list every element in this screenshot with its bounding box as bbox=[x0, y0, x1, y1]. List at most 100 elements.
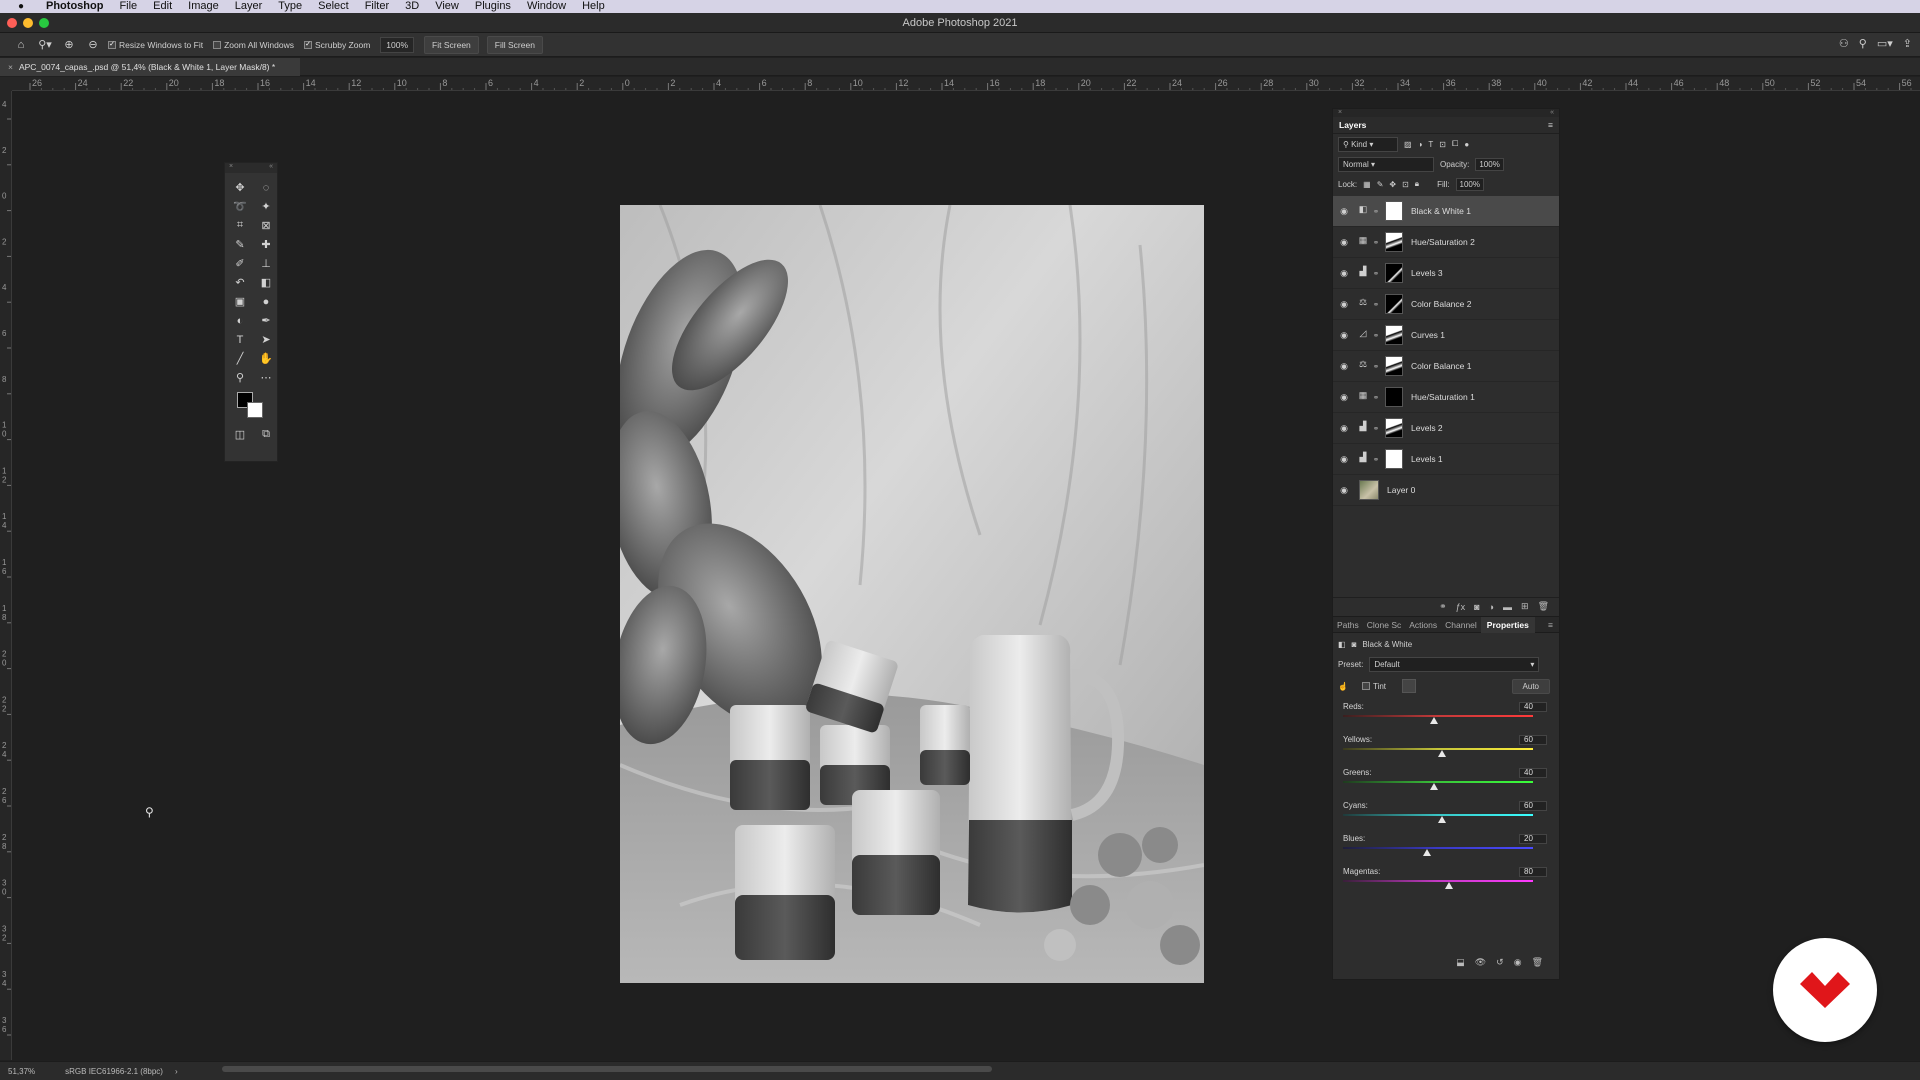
fill-field[interactable]: 100% bbox=[1455, 177, 1484, 191]
colorbalance-icon[interactable]: ⚖ bbox=[1355, 297, 1371, 311]
huesat-icon[interactable]: ▦ bbox=[1355, 235, 1371, 249]
menu-window[interactable]: Window bbox=[519, 0, 574, 13]
close-window-button[interactable] bbox=[7, 18, 17, 28]
slider-track[interactable] bbox=[1343, 880, 1533, 882]
slider-thumb[interactable] bbox=[1437, 816, 1446, 823]
menu-select[interactable]: Select bbox=[310, 0, 357, 13]
huesat-icon[interactable]: ▦ bbox=[1355, 390, 1371, 404]
fx-icon[interactable]: ƒx bbox=[1456, 602, 1466, 612]
visibility-eye-icon[interactable]: ◉ bbox=[1333, 268, 1355, 279]
chain-link-icon[interactable]: ⚭ bbox=[1371, 269, 1381, 278]
tint-swatch[interactable] bbox=[1402, 679, 1417, 693]
slider-value-field[interactable]: 60 bbox=[1519, 735, 1547, 745]
tab-channels[interactable]: Channel bbox=[1441, 620, 1481, 630]
crop-tool-icon[interactable]: ⌗ bbox=[231, 217, 249, 234]
healing-brush-icon[interactable]: ✚ bbox=[257, 236, 275, 253]
slider-thumb[interactable] bbox=[1422, 849, 1431, 856]
export-icon[interactable]: ⇪ bbox=[1903, 37, 1912, 50]
opacity-field[interactable]: 100% bbox=[1475, 157, 1504, 171]
targeted-adjust-icon[interactable]: ☝ bbox=[1338, 682, 1348, 691]
menu-photoshop[interactable]: Photoshop bbox=[38, 0, 111, 13]
magic-wand-icon[interactable]: ✦ bbox=[257, 198, 275, 215]
horizontal-ruler[interactable]: 26 24 22 20 18 16 14 12 10 8 6 4 2 0 2 4 6 8 10 12 14 16 18 20 2… bbox=[12, 77, 1920, 91]
add-mask-icon[interactable]: ◙ bbox=[1474, 602, 1479, 612]
visibility-icon[interactable]: ◉ bbox=[1514, 957, 1522, 968]
document-image[interactable] bbox=[620, 205, 1204, 983]
properties-menu-icon[interactable]: ≡ bbox=[1544, 620, 1559, 630]
zoom-tool-icon[interactable]: ⚲ bbox=[231, 369, 249, 386]
layer-row[interactable]: ◉ ▟ ⚭ Levels 2 bbox=[1333, 413, 1559, 444]
layer-mask-thumbnail[interactable] bbox=[1385, 325, 1403, 345]
view-previous-icon[interactable]: 👁︎ bbox=[1475, 957, 1486, 968]
visibility-eye-icon[interactable]: ◉ bbox=[1333, 206, 1355, 217]
chain-link-icon[interactable]: ⚭ bbox=[1371, 300, 1381, 309]
new-adjustment-icon[interactable]: ◑ bbox=[1489, 602, 1494, 612]
slider-thumb[interactable] bbox=[1445, 882, 1454, 889]
document-tab[interactable]: × APC_0074_capas_.psd @ 51,4% (Black & Wh… bbox=[0, 58, 300, 76]
close-tools-icon[interactable]: × bbox=[229, 163, 233, 173]
curves-icon[interactable]: ◿ bbox=[1355, 328, 1371, 342]
slider-value-field[interactable]: 60 bbox=[1519, 801, 1547, 811]
pen-tool-icon[interactable]: ✒ bbox=[257, 312, 275, 329]
menu-image[interactable]: Image bbox=[180, 0, 227, 13]
gradient-tool-icon[interactable]: ▣ bbox=[231, 293, 249, 310]
zoom-in-icon[interactable]: ⊕ bbox=[60, 37, 78, 53]
home-icon[interactable]: ⌂ bbox=[12, 37, 30, 53]
levels-icon[interactable]: ▟ bbox=[1355, 421, 1371, 435]
blur-tool-icon[interactable]: ● bbox=[257, 293, 275, 310]
layer-mask-thumbnail[interactable] bbox=[1385, 356, 1403, 376]
tint-checkbox[interactable]: Tint bbox=[1361, 682, 1386, 691]
layer-thumbnail[interactable] bbox=[1359, 480, 1379, 500]
type-tool-icon[interactable]: T bbox=[231, 331, 249, 348]
zoom-tool-icon[interactable]: ⚲▾ bbox=[36, 37, 54, 53]
bw-icon[interactable]: ◧ bbox=[1355, 204, 1371, 218]
tab-actions[interactable]: Actions bbox=[1405, 620, 1441, 630]
filter-toggle-icon[interactable]: ● bbox=[1464, 140, 1469, 149]
clip-to-layer-icon[interactable]: ⬓ bbox=[1456, 957, 1465, 968]
brush-tool-icon[interactable]: ✐ bbox=[231, 255, 249, 272]
slider-thumb[interactable] bbox=[1430, 717, 1439, 724]
slider-thumb[interactable] bbox=[1430, 783, 1439, 790]
layer-mask-thumbnail[interactable] bbox=[1385, 418, 1403, 438]
share-icon[interactable]: ⚇ bbox=[1839, 37, 1849, 50]
color-profile[interactable]: sRGB IEC61966-2.1 (8bpc) bbox=[65, 1067, 163, 1076]
fit-screen-button[interactable]: Fit Screen bbox=[424, 35, 479, 54]
slider-value-field[interactable]: 40 bbox=[1519, 768, 1547, 778]
collapse-tools-icon[interactable]: « bbox=[269, 163, 273, 173]
minimize-window-button[interactable] bbox=[23, 18, 33, 28]
lock-position-icon[interactable]: ✥ bbox=[1389, 180, 1396, 189]
visibility-eye-icon[interactable]: ◉ bbox=[1333, 423, 1355, 434]
layers-panel-top[interactable]: × « bbox=[1333, 109, 1559, 117]
quick-mask-icon[interactable]: ◫ bbox=[231, 426, 249, 443]
levels-icon[interactable]: ▟ bbox=[1355, 266, 1371, 280]
layer-row[interactable]: ◉ ▦ ⚭ Hue/Saturation 1 bbox=[1333, 382, 1559, 413]
slider-value-field[interactable]: 20 bbox=[1519, 834, 1547, 844]
mask-icon[interactable]: ◙ bbox=[1352, 640, 1357, 649]
menu-file[interactable]: File bbox=[111, 0, 145, 13]
layer-row[interactable]: ◉ ◧ ⚭ Black & White 1 bbox=[1333, 196, 1559, 227]
lock-pixels-icon[interactable]: ✎ bbox=[1377, 180, 1384, 189]
filter-pixel-icon[interactable]: ▨ bbox=[1404, 140, 1412, 149]
chain-link-icon[interactable]: ⚭ bbox=[1371, 207, 1381, 216]
more-tools-icon[interactable]: ⋯ bbox=[257, 369, 275, 386]
filter-smart-icon[interactable]: ⧠ bbox=[1452, 139, 1458, 149]
chain-link-icon[interactable]: ⚭ bbox=[1371, 393, 1381, 402]
layer-mask-thumbnail[interactable] bbox=[1385, 201, 1403, 221]
menu-view[interactable]: View bbox=[427, 0, 467, 13]
zoom-out-icon[interactable]: ⊖ bbox=[84, 37, 102, 53]
tab-paths[interactable]: Paths bbox=[1333, 620, 1363, 630]
layer-mask-thumbnail[interactable] bbox=[1385, 263, 1403, 283]
resize-windows-checkbox[interactable]: ✓ Resize Windows to Fit bbox=[108, 40, 203, 50]
layer-row[interactable]: ◉ ▟ ⚭ Levels 1 bbox=[1333, 444, 1559, 475]
visibility-eye-icon[interactable]: ◉ bbox=[1333, 299, 1355, 310]
layer-row[interactable]: ◉ ◿ ⚭ Curves 1 bbox=[1333, 320, 1559, 351]
colorbalance-icon[interactable]: ⚖ bbox=[1355, 359, 1371, 373]
panel-menu-icon[interactable]: ≡ bbox=[1548, 120, 1553, 130]
auto-button[interactable]: Auto bbox=[1511, 678, 1550, 694]
zoom-level[interactable]: 51,37% bbox=[8, 1067, 35, 1076]
blend-mode-select[interactable]: Normal ▾ bbox=[1338, 156, 1434, 172]
chain-link-icon[interactable]: ⚭ bbox=[1371, 424, 1381, 433]
lock-artboard-icon[interactable]: ⊡ bbox=[1402, 180, 1409, 189]
delete-layer-icon[interactable]: 🗑︎ bbox=[1538, 601, 1549, 612]
ellipse-marquee-icon[interactable]: ◌ bbox=[257, 179, 275, 196]
